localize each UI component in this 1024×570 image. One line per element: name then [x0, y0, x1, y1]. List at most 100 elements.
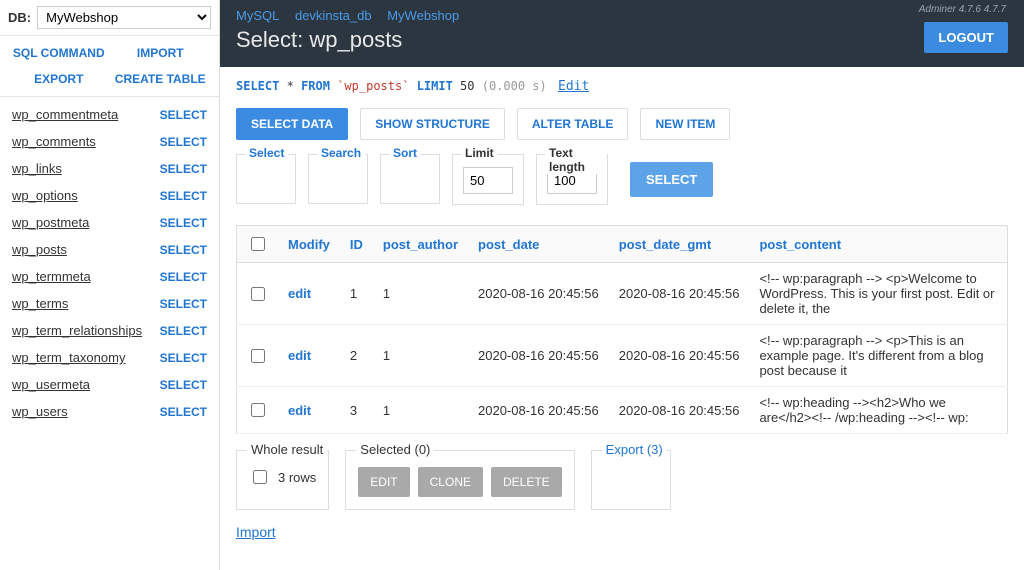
table-link[interactable]: wp_usermeta: [12, 377, 90, 392]
sql-command-link[interactable]: SQL COMMAND: [8, 46, 110, 60]
table-row: edit312020-08-16 20:45:562020-08-16 20:4…: [237, 387, 1008, 434]
select-all-checkbox[interactable]: [251, 237, 265, 251]
tab-new-item[interactable]: NEW ITEM: [640, 108, 730, 140]
table-select-link[interactable]: SELECT: [160, 324, 207, 338]
table-row: edit212020-08-16 20:45:562020-08-16 20:4…: [237, 325, 1008, 387]
table-link[interactable]: wp_terms: [12, 296, 68, 311]
cell-date: 2020-08-16 20:45:56: [468, 263, 609, 325]
table-row: edit112020-08-16 20:45:562020-08-16 20:4…: [237, 263, 1008, 325]
row-edit-link[interactable]: edit: [288, 403, 311, 418]
content: SELECT * FROM `wp_posts` LIMIT 50 (0.000…: [220, 67, 1024, 570]
filter-select[interactable]: Select: [236, 154, 296, 204]
table-select-link[interactable]: SELECT: [160, 162, 207, 176]
table-link[interactable]: wp_links: [12, 161, 62, 176]
topbar: Adminer 4.7.6 4.7.7 MySQL devkinsta_db M…: [220, 0, 1024, 67]
logout-button[interactable]: LOGOUT: [924, 22, 1008, 53]
col-author[interactable]: post_author: [373, 226, 468, 263]
sql-edit-link[interactable]: Edit: [558, 79, 589, 94]
cell-date: 2020-08-16 20:45:56: [468, 325, 609, 387]
table-link[interactable]: wp_term_taxonomy: [12, 350, 125, 365]
table-link[interactable]: wp_posts: [12, 242, 67, 257]
table-link[interactable]: wp_term_relationships: [12, 323, 142, 338]
breadcrumb-mysql[interactable]: MySQL: [236, 8, 279, 23]
table-select-link[interactable]: SELECT: [160, 189, 207, 203]
whole-result-box: Whole result 3 rows: [236, 450, 329, 510]
cell-date: 2020-08-16 20:45:56: [468, 387, 609, 434]
page-title: Select: wp_posts: [236, 27, 1008, 53]
cell-id: 1: [340, 263, 373, 325]
breadcrumbs: MySQL devkinsta_db MyWebshop: [236, 8, 1008, 23]
clone-button[interactable]: CLONE: [418, 467, 483, 497]
db-select[interactable]: MyWebshop: [37, 6, 211, 29]
cell-id: 2: [340, 325, 373, 387]
table-select-link[interactable]: SELECT: [160, 351, 207, 365]
cell-content: <!-- wp:heading --><h2>Who we are</h2><!…: [749, 387, 1007, 434]
cell-content: <!-- wp:paragraph --> <p>Welcome to Word…: [749, 263, 1007, 325]
filter-limit: Limit: [452, 154, 524, 205]
selected-box: Selected (0) EDIT CLONE DELETE: [345, 450, 574, 510]
limit-input[interactable]: [463, 167, 513, 194]
sidebar-table-row: wp_comments SELECT: [0, 128, 219, 155]
sidebar: DB: MyWebshop SQL COMMAND IMPORT EXPORT …: [0, 0, 220, 570]
export-link[interactable]: EXPORT: [8, 72, 110, 86]
export-box[interactable]: Export (3): [591, 450, 671, 510]
row-checkbox[interactable]: [251, 403, 265, 417]
sidebar-table-row: wp_term_relationships SELECT: [0, 317, 219, 344]
whole-result-checkbox[interactable]: [253, 470, 267, 484]
table-select-link[interactable]: SELECT: [160, 405, 207, 419]
row-checkbox[interactable]: [251, 349, 265, 363]
sidebar-table-row: wp_postmeta SELECT: [0, 209, 219, 236]
breadcrumb-db[interactable]: devkinsta_db: [295, 8, 372, 23]
import-link[interactable]: IMPORT: [110, 46, 212, 60]
table-body: edit112020-08-16 20:45:562020-08-16 20:4…: [237, 263, 1008, 434]
col-modify[interactable]: Modify: [278, 226, 340, 263]
table-link[interactable]: wp_comments: [12, 134, 96, 149]
footer-boxes: Whole result 3 rows Selected (0) EDIT CL…: [236, 450, 1008, 510]
cell-author: 1: [373, 325, 468, 387]
col-gmt[interactable]: post_date_gmt: [609, 226, 750, 263]
filter-search[interactable]: Search: [308, 154, 368, 204]
table-select-link[interactable]: SELECT: [160, 243, 207, 257]
filter-sort[interactable]: Sort: [380, 154, 440, 204]
edit-button[interactable]: EDIT: [358, 467, 409, 497]
select-button[interactable]: SELECT: [630, 162, 713, 197]
col-content[interactable]: post_content: [749, 226, 1007, 263]
table-link[interactable]: wp_postmeta: [12, 215, 89, 230]
db-label: DB:: [8, 10, 31, 25]
filter-row: Select Search Sort Limit Text length SEL…: [236, 154, 1008, 205]
row-edit-link[interactable]: edit: [288, 286, 311, 301]
tab-select-data[interactable]: SELECT DATA: [236, 108, 348, 140]
table-select-link[interactable]: SELECT: [160, 216, 207, 230]
table-link[interactable]: wp_commentmeta: [12, 107, 118, 122]
col-date[interactable]: post_date: [468, 226, 609, 263]
sidebar-table-row: wp_commentmeta SELECT: [0, 101, 219, 128]
cell-gmt: 2020-08-16 20:45:56: [609, 263, 750, 325]
table-select-link[interactable]: SELECT: [160, 135, 207, 149]
create-table-link[interactable]: CREATE TABLE: [110, 72, 212, 86]
tabs: SELECT DATA SHOW STRUCTURE ALTER TABLE N…: [236, 108, 1008, 140]
table-select-link[interactable]: SELECT: [160, 270, 207, 284]
sql-preview: SELECT * FROM `wp_posts` LIMIT 50 (0.000…: [236, 79, 1008, 94]
sidebar-table-row: wp_term_taxonomy SELECT: [0, 344, 219, 371]
table-link[interactable]: wp_users: [12, 404, 68, 419]
sidebar-table-row: wp_terms SELECT: [0, 290, 219, 317]
cell-gmt: 2020-08-16 20:45:56: [609, 387, 750, 434]
table-link[interactable]: wp_options: [12, 188, 78, 203]
table-select-link[interactable]: SELECT: [160, 108, 207, 122]
version-text: Adminer 4.7.6 4.7.7: [919, 4, 1006, 15]
cell-gmt: 2020-08-16 20:45:56: [609, 325, 750, 387]
table-select-link[interactable]: SELECT: [160, 378, 207, 392]
tab-show-structure[interactable]: SHOW STRUCTURE: [360, 108, 505, 140]
row-edit-link[interactable]: edit: [288, 348, 311, 363]
sidebar-table-row: wp_links SELECT: [0, 155, 219, 182]
table-link[interactable]: wp_termmeta: [12, 269, 91, 284]
tab-alter-table[interactable]: ALTER TABLE: [517, 108, 629, 140]
row-checkbox[interactable]: [251, 287, 265, 301]
import-bottom-link[interactable]: Import: [236, 524, 276, 540]
breadcrumb-schema[interactable]: MyWebshop: [387, 8, 459, 23]
delete-button[interactable]: DELETE: [491, 467, 562, 497]
tables-list: wp_commentmetaSELECTwp_commentsSELECTwp_…: [0, 97, 219, 429]
col-id[interactable]: ID: [340, 226, 373, 263]
cell-author: 1: [373, 263, 468, 325]
table-select-link[interactable]: SELECT: [160, 297, 207, 311]
